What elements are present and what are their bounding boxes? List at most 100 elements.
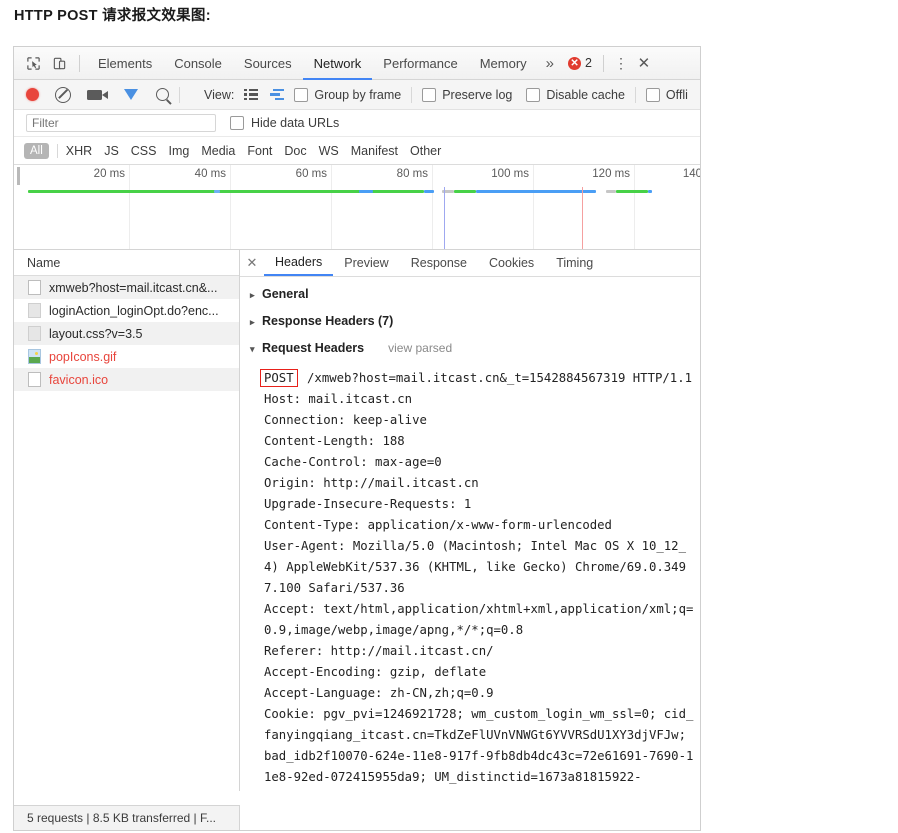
error-badge[interactable]: ✕ 2 [562,56,596,70]
overview-gridline [129,165,130,249]
overview-bar-segment [359,190,373,193]
overview-tick-label: 100 ms [491,168,529,180]
raw-request-headers: POST /xmweb?host=mail.itcast.cn&_t=15428… [250,368,700,788]
tab-network[interactable]: Network [302,47,373,80]
section-request-headers-label: Request Headers [262,341,365,355]
close-icon[interactable]: ✕ [631,54,657,72]
request-line-rest: /xmweb?host=mail.itcast.cn&_t=1542884567… [299,371,693,385]
overview-gridline [331,165,332,249]
type-filter-manifest[interactable]: Manifest [351,144,398,158]
section-request-headers[interactable]: ▾ Request Headers view parsed [250,341,700,355]
device-toolbar-icon[interactable] [46,47,72,80]
table-row[interactable]: layout.css?v=3.5 [14,322,239,345]
type-filter-doc[interactable]: Doc [284,144,306,158]
devtools-window: Elements Console Sources Network Perform… [13,46,701,831]
type-filter-css[interactable]: CSS [131,144,157,158]
table-row[interactable]: popIcons.gif [14,345,239,368]
page-title: HTTP POST 请求报文效果图: [14,8,211,24]
checkbox-box [645,87,660,102]
table-row[interactable]: xmweb?host=mail.itcast.cn&... [14,276,239,299]
list-view-icon[interactable] [244,89,259,100]
screenshot-root: HTTP POST 请求报文效果图: Elements Console Sour… [0,0,898,833]
document-icon [28,372,41,387]
tab-elements[interactable]: Elements [87,47,163,80]
tab-cookies[interactable]: Cookies [478,250,545,276]
type-filter-img[interactable]: Img [168,144,189,158]
control-divider-2 [411,86,413,103]
filter-icon[interactable] [124,89,138,100]
overview-bar-segment [616,190,648,193]
checkbox-box [230,116,244,130]
hide-data-urls-checkbox[interactable]: Hide data URLs [230,116,339,130]
waterfall-view-icon[interactable] [269,89,285,100]
control-divider-3 [634,86,636,103]
more-tabs-chevron-icon[interactable]: » [538,55,562,72]
clear-icon[interactable] [55,86,71,103]
offline-label: Offli [665,87,688,102]
overview-left-handle[interactable] [17,167,20,185]
tab-performance[interactable]: Performance [372,47,468,80]
overview-tick-label: 80 ms [396,168,428,180]
network-panes: Name xmweb?host=mail.itcast.cn&... login… [14,250,700,791]
tab-response[interactable]: Response [400,250,478,276]
offline-checkbox[interactable]: Offli [645,87,688,102]
overview-bar-segment [454,190,476,193]
tab-preview[interactable]: Preview [333,250,399,276]
tab-sources[interactable]: Sources [233,47,303,80]
tab-timing[interactable]: Timing [545,250,604,276]
overview-bar-segment [424,190,434,193]
column-header-name[interactable]: Name [14,250,239,276]
disable-cache-label: Disable cache [546,87,625,102]
headers-body: ▸ General ▸ Response Headers (7) ▾ Reque… [240,277,700,791]
group-by-frame-checkbox[interactable]: Group by frame [294,87,401,102]
view-parsed-link[interactable]: view parsed [388,341,452,355]
table-row[interactable]: loginAction_loginOpt.do?enc... [14,299,239,322]
close-details-icon[interactable]: ✕ [240,250,264,276]
preserve-log-checkbox[interactable]: Preserve log [422,87,513,102]
request-list: xmweb?host=mail.itcast.cn&... loginActio… [14,276,239,791]
inspect-element-icon[interactable] [20,47,46,80]
preserve-log-label: Preserve log [442,87,513,102]
type-filter-js[interactable]: JS [104,144,119,158]
section-general-label: General [262,287,309,301]
request-name: popIcons.gif [49,349,117,364]
tab-headers[interactable]: Headers [264,250,334,276]
type-filter-xhr[interactable]: XHR [66,144,92,158]
http-method-highlight: POST [260,369,298,387]
section-response-headers[interactable]: ▸ Response Headers (7) [250,314,700,328]
disable-cache-checkbox[interactable]: Disable cache [526,87,625,102]
tab-memory[interactable]: Memory [469,47,538,80]
document-icon [28,280,41,295]
tab-console[interactable]: Console [163,47,233,80]
chevron-right-icon: ▸ [250,317,255,327]
type-filter-all[interactable]: All [24,142,49,159]
table-row[interactable]: favicon.ico [14,368,239,391]
more-options-kebab-icon[interactable]: ⋮ [611,55,631,72]
request-headers-text: Host: mail.itcast.cn Connection: keep-al… [264,392,694,784]
section-general[interactable]: ▸ General [250,287,700,301]
network-timeline-overview[interactable]: 20 ms 40 ms 60 ms 80 ms 100 ms 120 ms 14… [14,165,700,250]
overview-bar-segment [214,190,220,193]
type-filter-other[interactable]: Other [410,144,441,158]
error-icon: ✕ [568,56,582,70]
hide-data-urls-label: Hide data URLs [251,116,340,130]
search-icon[interactable] [156,88,169,101]
request-name: favicon.ico [49,372,109,387]
type-filter-media[interactable]: Media [201,144,235,158]
capture-screenshots-icon[interactable] [87,89,108,100]
overview-gridline [432,165,433,249]
record-icon[interactable] [26,88,39,101]
overview-bar-segment [389,190,424,193]
chevron-right-icon: ▸ [250,290,255,300]
network-control-bar: View: Group by frame Preserve log Disabl… [14,80,700,110]
error-count: 2 [585,56,592,70]
overview-tick-label: 140 [682,168,700,180]
overview-tick-label: 60 ms [295,168,327,180]
checkbox-box [526,87,541,102]
overview-tick-label: 20 ms [93,168,125,180]
type-filter-font[interactable]: Font [247,144,272,158]
type-divider [56,143,58,158]
filter-input[interactable] [26,114,216,132]
checkbox-box [294,87,309,102]
type-filter-ws[interactable]: WS [319,144,339,158]
